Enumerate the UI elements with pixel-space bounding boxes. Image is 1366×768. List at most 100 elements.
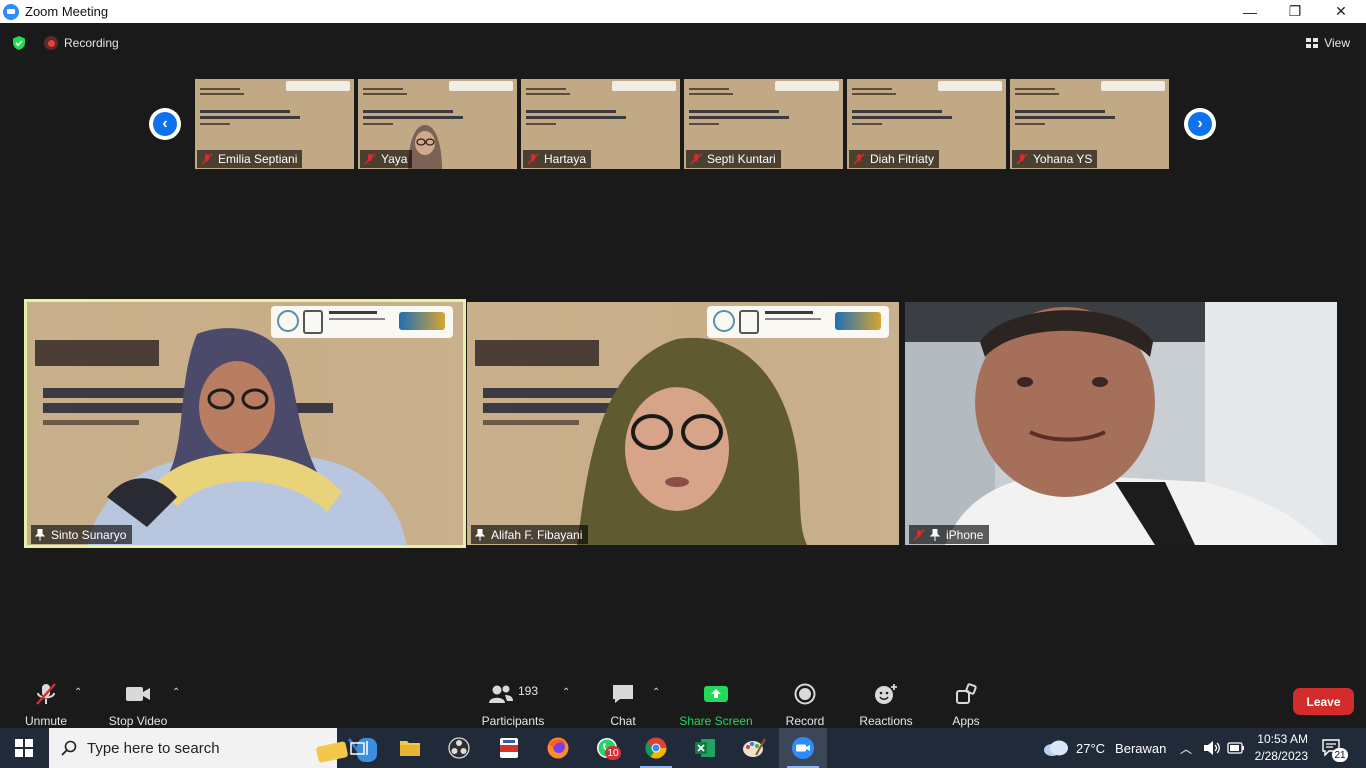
participants-options-caret-icon[interactable]: ⌃ bbox=[562, 687, 570, 698]
chevron-up-icon: ︿ bbox=[1180, 741, 1193, 756]
thumbnail-name-label: Hartaya bbox=[523, 150, 592, 168]
meeting-toolbar: Unmute ⌃ Stop Video ⌃ 193 Participants ⌃… bbox=[0, 672, 1366, 728]
audio-options-caret-icon[interactable]: ⌃ bbox=[74, 687, 82, 698]
chat-button[interactable]: Chat bbox=[600, 672, 646, 728]
speaker-volume-icon bbox=[1204, 741, 1220, 755]
windows-taskbar: Type here to search 10 27°C Berawan ︿ 10… bbox=[0, 728, 1366, 768]
chat-options-caret-icon[interactable]: ⌃ bbox=[652, 687, 660, 698]
video-tile[interactable]: iPhone bbox=[905, 302, 1337, 545]
share-screen-button[interactable]: Share Screen bbox=[679, 672, 753, 728]
zoom-taskbar-button[interactable] bbox=[779, 728, 827, 768]
video-options-caret-icon[interactable]: ⌃ bbox=[172, 687, 180, 698]
security-shield-icon[interactable] bbox=[11, 35, 27, 51]
firefox-button[interactable] bbox=[534, 728, 582, 768]
participant-name: Sinto Sunaryo bbox=[51, 527, 127, 542]
participant-thumbnail[interactable]: Yohana YS bbox=[1010, 79, 1169, 169]
task-view-button[interactable] bbox=[336, 728, 384, 768]
mic-muted-icon bbox=[527, 153, 539, 165]
weather-condition: Berawan bbox=[1115, 740, 1167, 756]
weather-temperature: 27°C bbox=[1076, 740, 1106, 756]
participant-thumbnail[interactable]: Hartaya bbox=[521, 79, 680, 169]
participant-name-label: Alifah F. Fibayani bbox=[471, 525, 589, 544]
window-titlebar: Zoom Meeting — ❐ ✕ bbox=[0, 0, 1366, 23]
whatsapp-notification-badge: 10 bbox=[605, 746, 621, 760]
cloud-icon bbox=[1044, 740, 1068, 756]
obs-icon bbox=[448, 737, 470, 759]
participants-button[interactable]: 193 Participants bbox=[478, 672, 548, 728]
view-button[interactable]: View bbox=[1306, 36, 1350, 50]
clock-date: 2/28/2023 bbox=[1254, 749, 1308, 763]
battery-icon bbox=[1227, 742, 1244, 754]
participant-thumbnail[interactable]: Yaya bbox=[358, 79, 517, 169]
clock-time: 10:53 AM bbox=[1257, 732, 1308, 746]
participant-thumbnail[interactable]: Diah Fitriaty bbox=[847, 79, 1006, 169]
apps-icon bbox=[956, 683, 977, 704]
apps-button[interactable]: Apps bbox=[944, 672, 988, 728]
speaker-video-person bbox=[87, 328, 407, 545]
participant-name: iPhone bbox=[946, 527, 984, 542]
taskbar-clock[interactable]: 10:53 AM 2/28/2023 bbox=[1248, 731, 1308, 765]
record-label: Record bbox=[785, 714, 825, 728]
start-button[interactable] bbox=[0, 728, 48, 768]
video-tile[interactable]: Alifah F. Fibayani bbox=[467, 302, 899, 545]
mic-muted-icon bbox=[364, 153, 376, 165]
reactions-button[interactable]: Reactions bbox=[856, 672, 916, 728]
participant-name: Alifah F. Fibayani bbox=[491, 527, 583, 542]
participant-name: Yaya bbox=[381, 152, 408, 166]
chevron-left-icon: ‹ bbox=[153, 112, 177, 136]
recording-label: Recording bbox=[64, 36, 119, 50]
share-screen-label: Share Screen bbox=[679, 714, 753, 728]
close-button[interactable]: ✕ bbox=[1318, 0, 1364, 23]
windows-logo-icon bbox=[15, 739, 33, 757]
previous-page-button[interactable]: ‹ bbox=[149, 108, 181, 140]
chat-bubble-icon bbox=[613, 685, 633, 703]
recording-indicator[interactable]: Recording bbox=[44, 36, 119, 50]
thumbnail-name-label: Emilia Septiani bbox=[197, 150, 303, 168]
whatsapp-button[interactable]: 10 bbox=[583, 728, 631, 768]
record-button[interactable]: Record bbox=[782, 672, 828, 728]
chrome-icon bbox=[645, 737, 667, 759]
chevron-right-icon: › bbox=[1188, 112, 1212, 136]
excel-button[interactable] bbox=[681, 728, 729, 768]
taskbar-search-box[interactable]: Type here to search bbox=[49, 728, 377, 768]
show-hidden-icons-button[interactable]: ︿ bbox=[1180, 728, 1192, 768]
volume-button[interactable] bbox=[1203, 728, 1221, 768]
stop-video-button[interactable]: Stop Video bbox=[104, 672, 172, 728]
battery-network-button[interactable] bbox=[1227, 728, 1245, 768]
participants-label: Participants bbox=[481, 714, 545, 728]
stop-video-label: Stop Video bbox=[108, 714, 168, 728]
pin-icon bbox=[35, 528, 45, 541]
weather-widget[interactable]: 27°C Berawan bbox=[1042, 728, 1166, 768]
thumbnail-name-label: Diah Fitriaty bbox=[849, 150, 940, 168]
pdf-app-button[interactable] bbox=[485, 728, 533, 768]
leave-button[interactable]: Leave bbox=[1293, 688, 1354, 715]
share-screen-icon bbox=[704, 686, 728, 702]
obs-button[interactable] bbox=[435, 728, 483, 768]
notifications-count-badge: 21 bbox=[1332, 748, 1348, 762]
mic-muted-icon bbox=[913, 529, 925, 540]
file-explorer-button[interactable] bbox=[386, 728, 434, 768]
paint-palette-icon bbox=[743, 738, 766, 757]
next-page-button[interactable]: › bbox=[1184, 108, 1216, 140]
minimize-button[interactable]: — bbox=[1227, 0, 1273, 23]
pin-icon bbox=[475, 528, 485, 541]
participant-name-label: iPhone bbox=[909, 525, 990, 544]
mic-muted-icon bbox=[201, 153, 213, 165]
notification-center-button[interactable]: 21 bbox=[1322, 728, 1348, 768]
mic-muted-icon bbox=[1016, 153, 1028, 165]
participant-thumbnail[interactable]: Septi Kuntari bbox=[684, 79, 843, 169]
unmute-button[interactable]: Unmute bbox=[18, 672, 74, 728]
video-tile-active-speaker[interactable]: Sinto Sunaryo bbox=[24, 299, 466, 548]
participant-thumbnail[interactable]: Emilia Septiani bbox=[195, 79, 354, 169]
chrome-button[interactable] bbox=[632, 728, 680, 768]
record-icon bbox=[794, 683, 816, 705]
thumbnail-name-label: Yohana YS bbox=[1012, 150, 1098, 168]
pin-icon bbox=[930, 528, 940, 541]
participant-name-label: Sinto Sunaryo bbox=[31, 525, 133, 544]
participant-name: Diah Fitriaty bbox=[870, 152, 935, 166]
participant-name: Yohana YS bbox=[1033, 152, 1093, 166]
restore-button[interactable]: ❐ bbox=[1272, 0, 1318, 23]
apps-label: Apps bbox=[952, 714, 980, 728]
paint-button[interactable] bbox=[730, 728, 778, 768]
meeting-topbar: Recording View bbox=[0, 23, 1366, 63]
